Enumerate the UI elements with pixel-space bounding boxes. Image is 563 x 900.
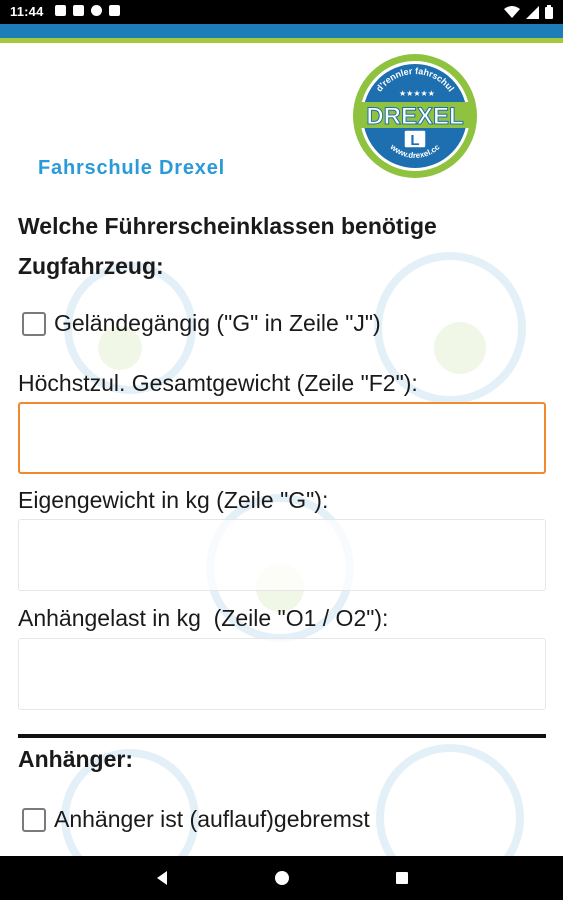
notification-icon — [73, 5, 84, 16]
logo-brand: DREXEL — [366, 103, 463, 130]
logo-stars: ★★★★★ — [399, 89, 435, 98]
status-time: 11:44 — [10, 4, 44, 19]
trailer-braked-checkbox-row[interactable]: Anhänger ist (auflauf)gebremst — [18, 806, 370, 833]
own-weight-label: Eigengewicht in kg (Zeile "G"): — [18, 487, 329, 513]
navigation-bar — [0, 856, 563, 900]
notification-icons — [55, 5, 120, 16]
system-icons — [504, 5, 553, 19]
back-button[interactable] — [147, 863, 177, 893]
section-divider — [18, 734, 546, 738]
drexel-logo: d'rennler fahrschul ★★★★★ DREXEL L www.d… — [353, 54, 477, 178]
offroad-checkbox[interactable] — [22, 311, 46, 336]
school-name: Fahrschule Drexel — [38, 157, 226, 179]
recents-button[interactable] — [387, 863, 417, 893]
trailer-load-field[interactable] — [18, 638, 546, 710]
trailer-heading: Anhänger: — [18, 746, 133, 772]
notification-icon — [109, 5, 120, 16]
status-bar: 11:44 — [0, 0, 563, 24]
home-button[interactable] — [267, 863, 297, 893]
battery-icon — [545, 5, 553, 19]
notification-icon — [91, 5, 102, 16]
logo-badge-letter: L — [410, 132, 419, 149]
signal-icon — [526, 5, 539, 19]
trailer-braked-checkbox-label: Anhänger ist (auflauf)gebremst — [54, 806, 370, 832]
header-stripe-blue — [0, 24, 563, 38]
max-weight-label: Höchstzul. Gesamtgewicht (Zeile "F2"): — [18, 370, 418, 396]
max-weight-field[interactable] — [18, 402, 546, 474]
offroad-checkbox-row[interactable]: Geländegängig ("G" in Zeile "J") — [18, 310, 381, 337]
home-icon — [274, 871, 289, 885]
section-title: Welche Führerscheinklassen benötige Zugf… — [18, 213, 437, 279]
recents-icon — [395, 872, 408, 884]
wifi-icon — [504, 5, 520, 18]
trailer-braked-checkbox[interactable] — [22, 807, 46, 832]
notification-icon — [55, 5, 66, 16]
back-icon — [156, 871, 167, 885]
trailer-load-label: Anhängelast in kg (Zeile "O1 / O2"): — [18, 605, 389, 631]
form-area: Welche Führerscheinklassen benötige Zugf… — [0, 188, 563, 856]
offroad-checkbox-label: Geländegängig ("G" in Zeile "J") — [54, 310, 381, 336]
own-weight-field[interactable] — [18, 519, 546, 591]
